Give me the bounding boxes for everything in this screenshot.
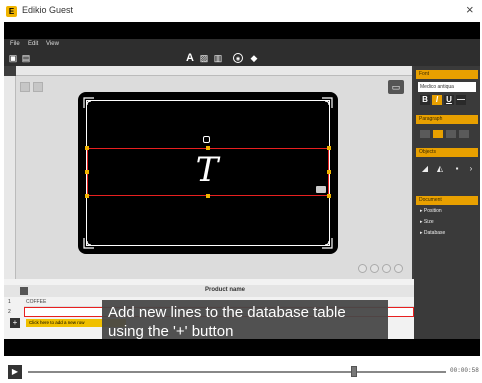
video-letterbox-top <box>4 22 480 39</box>
menu-bar <box>4 39 480 51</box>
panel-section-document[interactable]: Document <box>416 196 478 205</box>
resize-handle-right[interactable] <box>327 170 331 174</box>
align-left-icon[interactable] <box>420 130 430 138</box>
image-icon[interactable]: ▨ <box>199 53 209 63</box>
resize-handle-top[interactable] <box>206 146 210 150</box>
fill-icon[interactable]: ◢ <box>420 164 430 174</box>
zoom-out-icon[interactable] <box>382 264 391 273</box>
panel-section-font[interactable]: Font <box>416 70 478 79</box>
window-title: Edikio Guest <box>22 5 74 15</box>
italic-button[interactable]: I <box>432 95 442 105</box>
size-badge-icon[interactable] <box>316 186 326 193</box>
zoom-in-icon[interactable] <box>370 264 379 273</box>
resize-handle-bottom-right[interactable] <box>327 194 331 198</box>
seek-bar[interactable] <box>28 371 446 373</box>
save-icon[interactable]: ▣ <box>8 53 18 63</box>
align-right-icon[interactable] <box>446 130 456 138</box>
corner-ornament-icon <box>83 97 94 108</box>
text-icon[interactable]: A <box>185 53 195 64</box>
qr-icon[interactable]: ◉ <box>233 53 243 63</box>
play-button[interactable]: ▶ <box>8 365 22 379</box>
panel-section-objects[interactable]: Objects <box>416 148 478 157</box>
zoom-fit-icon[interactable] <box>358 264 367 273</box>
strike-button[interactable]: — <box>456 95 466 105</box>
seek-handle[interactable] <box>351 366 358 377</box>
doc-item-database[interactable]: ▸ Database <box>420 230 445 236</box>
add-row-button[interactable]: + <box>10 318 20 328</box>
align-justify-icon[interactable] <box>459 130 469 138</box>
align-center-icon[interactable] <box>433 130 443 138</box>
row-number: 2 <box>8 309 11 315</box>
resize-handle-bottom[interactable] <box>206 194 210 198</box>
column-header[interactable]: Product name <box>150 287 300 293</box>
barcode-icon[interactable]: ▥ <box>213 53 223 63</box>
bold-button[interactable]: B <box>420 95 430 105</box>
more-icon[interactable]: › <box>467 164 475 174</box>
menu-file[interactable]: File <box>10 41 20 47</box>
text-placeholder[interactable]: T <box>192 150 222 190</box>
app-logo-icon: E <box>6 6 17 17</box>
menu-edit[interactable]: Edit <box>28 41 38 47</box>
time-readout: 00:00:58 <box>450 367 479 374</box>
video-player-bar <box>4 356 480 383</box>
stroke-icon[interactable]: ◭ <box>435 164 445 174</box>
table-menu-icon[interactable] <box>20 287 28 295</box>
corner-ornament-icon <box>322 97 333 108</box>
ruler-horizontal <box>16 66 412 76</box>
panel-section-paragraph[interactable]: Paragraph <box>416 115 478 124</box>
font-family-select[interactable]: Medico antiqua <box>418 82 476 92</box>
lock-icon[interactable]: ▭ <box>388 80 404 94</box>
hand-tool-icon[interactable] <box>33 82 43 92</box>
print-icon[interactable]: ▤ <box>21 53 31 63</box>
video-caption: Add new lines to the database table usin… <box>102 300 388 344</box>
color-icon[interactable]: ▪ <box>452 164 462 174</box>
menu-view[interactable]: View <box>46 41 59 47</box>
pointer-tool-icon[interactable] <box>20 82 30 92</box>
close-icon[interactable]: × <box>466 2 474 17</box>
ruler-vertical <box>4 76 16 279</box>
resize-handle-top-left[interactable] <box>85 146 89 150</box>
video-letterbox-bottom <box>4 339 480 356</box>
resize-handle-top-right[interactable] <box>327 146 331 150</box>
layers-icon[interactable]: ◆ <box>249 53 259 63</box>
resize-handle-left[interactable] <box>85 170 89 174</box>
doc-item-size[interactable]: ▸ Size <box>420 219 434 225</box>
rotate-handle[interactable] <box>203 136 210 143</box>
doc-item-position[interactable]: ▸ Position <box>420 208 442 214</box>
resize-handle-bottom-left[interactable] <box>85 194 89 198</box>
corner-ornament-icon <box>83 238 94 249</box>
row-number: 1 <box>8 299 11 305</box>
underline-button[interactable]: U <box>444 95 454 105</box>
zoom-reset-icon[interactable] <box>394 264 403 273</box>
corner-ornament-icon <box>322 238 333 249</box>
